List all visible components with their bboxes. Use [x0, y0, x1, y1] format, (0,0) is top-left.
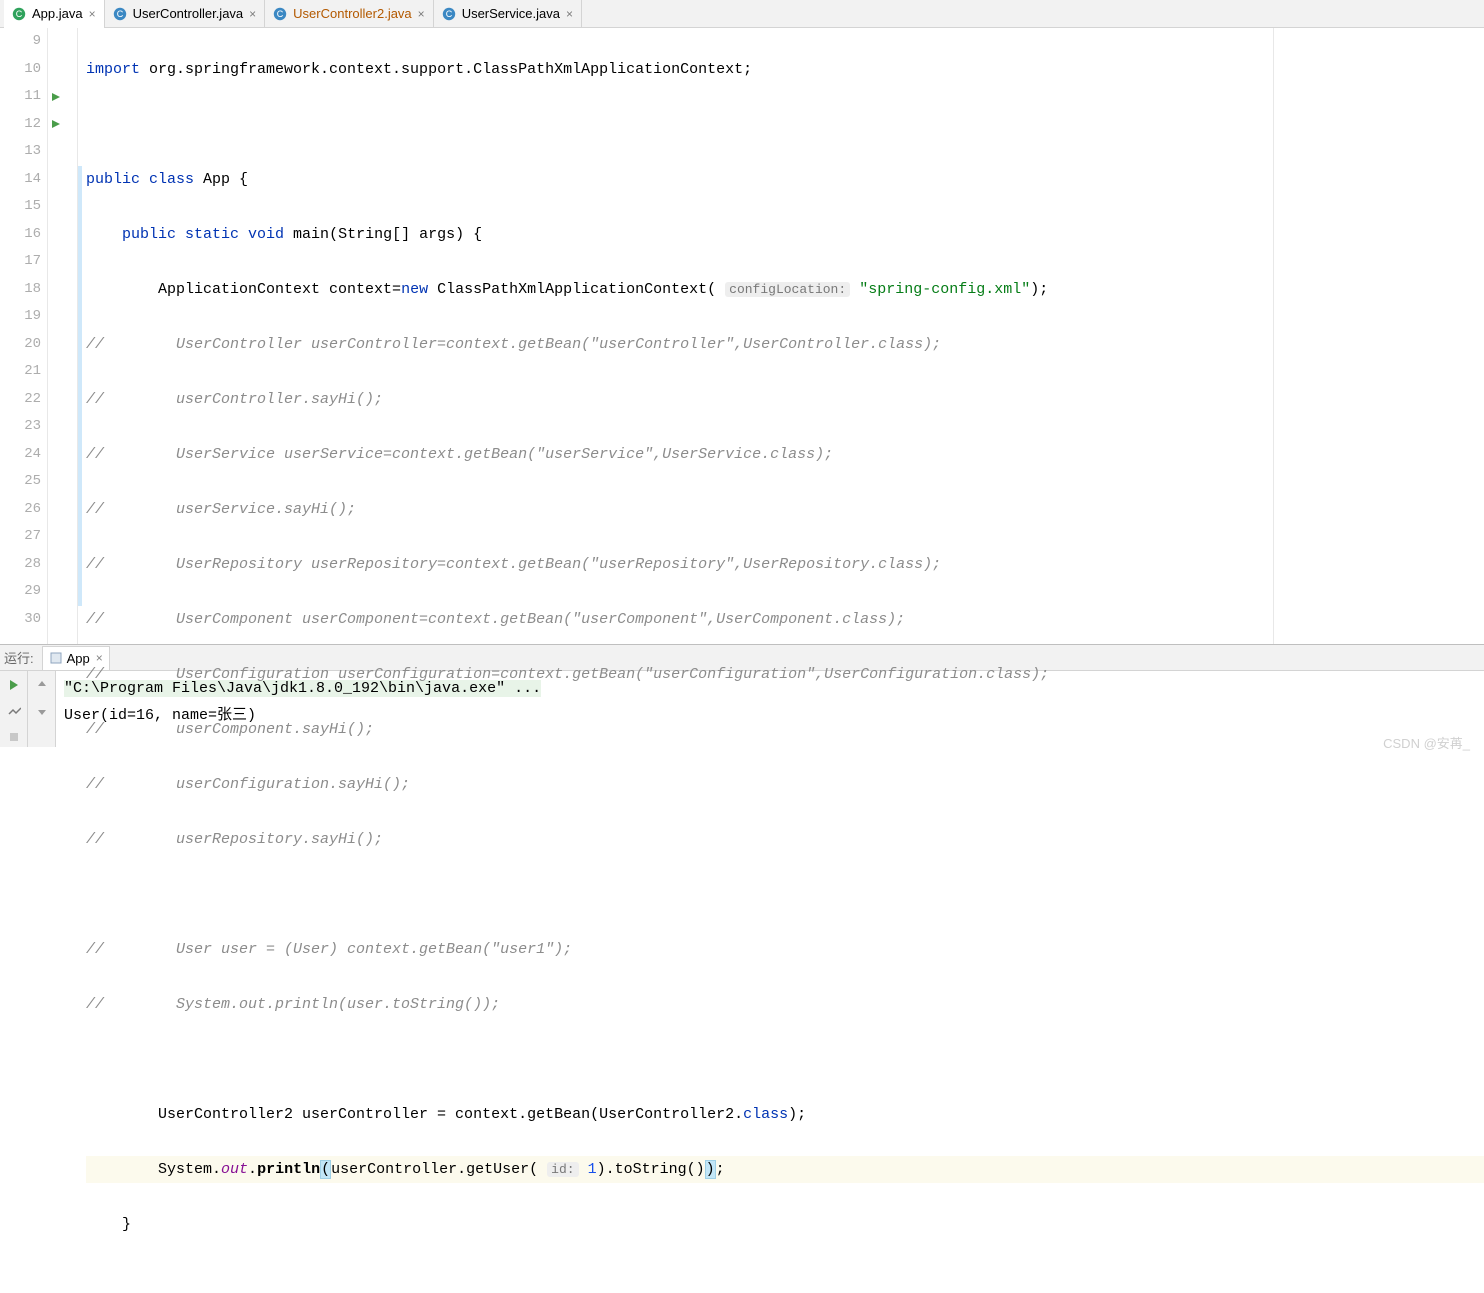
- code-content[interactable]: import org.springframework.context.suppo…: [84, 28, 1484, 644]
- fold-gutter: [64, 28, 78, 644]
- keyword: public: [86, 171, 140, 188]
- brace: (: [320, 1160, 331, 1179]
- method-call: println: [257, 1161, 320, 1178]
- param-hint: configLocation:: [725, 282, 850, 297]
- svg-text:C: C: [445, 9, 452, 19]
- comment: // UserController userController=context…: [86, 336, 941, 353]
- field-ref: out: [221, 1161, 248, 1178]
- code-text: .: [248, 1161, 257, 1178]
- java-class-icon: C: [113, 7, 127, 21]
- tab-userservice[interactable]: C UserService.java ×: [434, 0, 582, 28]
- java-class-icon: C: [442, 7, 456, 21]
- tab-label: UserController.java: [133, 6, 244, 21]
- code-text: org.springframework.context.support.Clas…: [140, 61, 752, 78]
- close-icon[interactable]: ×: [249, 7, 256, 21]
- run-gutter: [48, 28, 64, 644]
- code-text: userController.getUser(: [331, 1161, 547, 1178]
- comment: // userService.sayHi();: [86, 501, 356, 518]
- svg-text:C: C: [16, 9, 23, 19]
- tab-usercontroller2[interactable]: C UserController2.java ×: [265, 0, 434, 28]
- keyword: class: [743, 1106, 788, 1123]
- code-text: [850, 281, 859, 298]
- tab-label: UserController2.java: [293, 6, 412, 21]
- editor-tabs: C App.java × C UserController.java × C U…: [0, 0, 1484, 28]
- svg-text:C: C: [116, 9, 123, 19]
- tab-label: UserService.java: [462, 6, 560, 21]
- string-literal: "spring-config.xml": [859, 281, 1030, 298]
- svg-text:C: C: [277, 9, 284, 19]
- keyword: public: [86, 226, 176, 243]
- close-icon[interactable]: ×: [89, 7, 96, 21]
- method-name: main: [284, 226, 329, 243]
- code-text: [579, 1161, 588, 1178]
- comment: // UserRepository userRepository=context…: [86, 556, 941, 573]
- comment: // userRepository.sayHi();: [86, 831, 383, 848]
- run-config-icon: [49, 651, 63, 665]
- comment: // userComponent.sayHi();: [86, 721, 374, 738]
- run-toolbar-nav: [28, 671, 56, 747]
- code-text: ApplicationContext context=: [86, 281, 401, 298]
- code-text: );: [1030, 281, 1048, 298]
- java-class-icon: C: [273, 7, 287, 21]
- number-literal: 1: [588, 1161, 597, 1178]
- keyword: static: [176, 226, 239, 243]
- settings-button[interactable]: [4, 701, 24, 721]
- keyword: class: [140, 171, 194, 188]
- up-button[interactable]: [32, 675, 52, 695]
- comment: // userController.sayHi();: [86, 391, 383, 408]
- close-icon[interactable]: ×: [96, 651, 103, 665]
- param-hint: id:: [547, 1162, 578, 1177]
- down-button[interactable]: [32, 701, 52, 721]
- comment: // UserService userService=context.getBe…: [86, 446, 833, 463]
- code-text: ;: [716, 1161, 725, 1178]
- watermark: CSDN @安苒_: [1383, 733, 1470, 752]
- code-text: System.: [86, 1161, 221, 1178]
- comment: // System.out.println(user.toString());: [86, 996, 500, 1013]
- code-editor[interactable]: 9101112131415161718192021222324252627282…: [0, 28, 1484, 644]
- close-icon[interactable]: ×: [418, 7, 425, 21]
- brace: ): [705, 1160, 716, 1179]
- code-text: );: [788, 1106, 806, 1123]
- code-text: UserController2 userController = context…: [86, 1106, 743, 1123]
- code-text: App {: [194, 171, 248, 188]
- line-gutter: 9101112131415161718192021222324252627282…: [0, 28, 48, 644]
- code-text: ClassPathXmlApplicationContext(: [428, 281, 725, 298]
- comment: // userConfiguration.sayHi();: [86, 776, 410, 793]
- comment: // UserConfiguration userConfiguration=c…: [86, 666, 1049, 683]
- right-margin-line: [1273, 28, 1274, 644]
- run-panel-label: 运行:: [4, 648, 34, 667]
- code-text: ).toString(): [597, 1161, 705, 1178]
- run-toolbar-left: [0, 671, 28, 747]
- tab-app[interactable]: C App.java ×: [4, 0, 105, 28]
- tab-usercontroller[interactable]: C UserController.java ×: [105, 0, 266, 28]
- java-class-icon: C: [12, 7, 26, 21]
- rerun-button[interactable]: [4, 675, 24, 695]
- keyword: new: [401, 281, 428, 298]
- comment: // User user = (User) context.getBean("u…: [86, 941, 572, 958]
- keyword: void: [239, 226, 284, 243]
- code-text: (String[] args) {: [329, 226, 482, 243]
- tab-label: App.java: [32, 6, 83, 21]
- stop-button[interactable]: [4, 727, 24, 747]
- code-text: }: [86, 1216, 131, 1233]
- keyword: import: [86, 61, 140, 78]
- comment: // UserComponent userComponent=context.g…: [86, 611, 905, 628]
- close-icon[interactable]: ×: [566, 7, 573, 21]
